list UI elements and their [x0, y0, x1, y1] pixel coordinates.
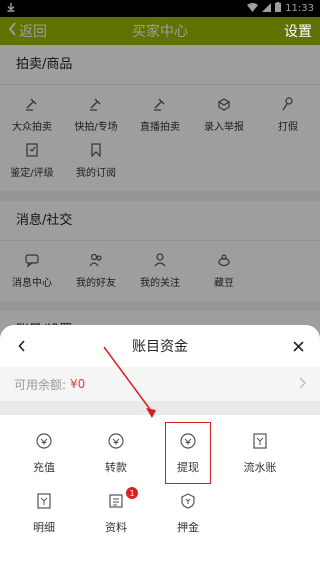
sheet-title: 账目资金 — [132, 339, 188, 355]
fund-item-detail[interactable]: 明细 — [8, 483, 80, 543]
ledger-icon — [251, 432, 269, 453]
funds-grid: 充值 转款 提现 流水账 明细 资料 1 押金 — [0, 415, 320, 543]
sheet-close-button[interactable] — [290, 338, 306, 354]
fund-item-withdraw[interactable]: 提现 — [165, 422, 211, 484]
detail-icon — [35, 492, 53, 513]
fund-item-label: 押金 — [177, 520, 199, 534]
recharge-icon — [35, 432, 53, 453]
profile-icon — [107, 492, 125, 513]
funds-bottom-sheet: 账目资金 可用余额: ¥0 充值 转款 提现 流水账 明细 资料 1 押金 — [0, 325, 320, 568]
fund-item-transfer[interactable]: 转款 — [80, 423, 152, 483]
withdraw-icon — [179, 432, 197, 453]
balance-value: ¥0 — [70, 377, 86, 391]
deposit-icon — [179, 492, 197, 513]
fund-item-recharge[interactable]: 充值 — [8, 423, 80, 483]
sheet-back-button[interactable] — [14, 338, 30, 354]
fund-item-label: 资料 — [105, 520, 127, 534]
close-icon — [292, 337, 304, 356]
settings-button[interactable]: 设置 — [284, 21, 312, 41]
fund-item-ledger[interactable]: 流水账 — [224, 423, 296, 483]
transfer-icon — [107, 432, 125, 453]
chevron-left-icon — [18, 337, 26, 356]
fund-item-label: 流水账 — [243, 460, 277, 474]
fund-item-label: 转款 — [105, 460, 127, 474]
fund-item-label: 明细 — [33, 520, 55, 534]
sheet-divider — [0, 401, 320, 415]
fund-item-label: 提现 — [177, 460, 199, 474]
fund-item-deposit[interactable]: 押金 — [152, 483, 224, 543]
sheet-header: 账目资金 — [0, 325, 320, 367]
fund-item-profile[interactable]: 资料 1 — [80, 483, 152, 543]
balance-label: 可用余额: — [14, 377, 67, 392]
chevron-right-icon — [299, 377, 306, 392]
fund-item-label: 充值 — [33, 460, 55, 474]
notification-badge: 1 — [126, 487, 138, 499]
balance-row[interactable]: 可用余额: ¥0 — [0, 367, 320, 401]
